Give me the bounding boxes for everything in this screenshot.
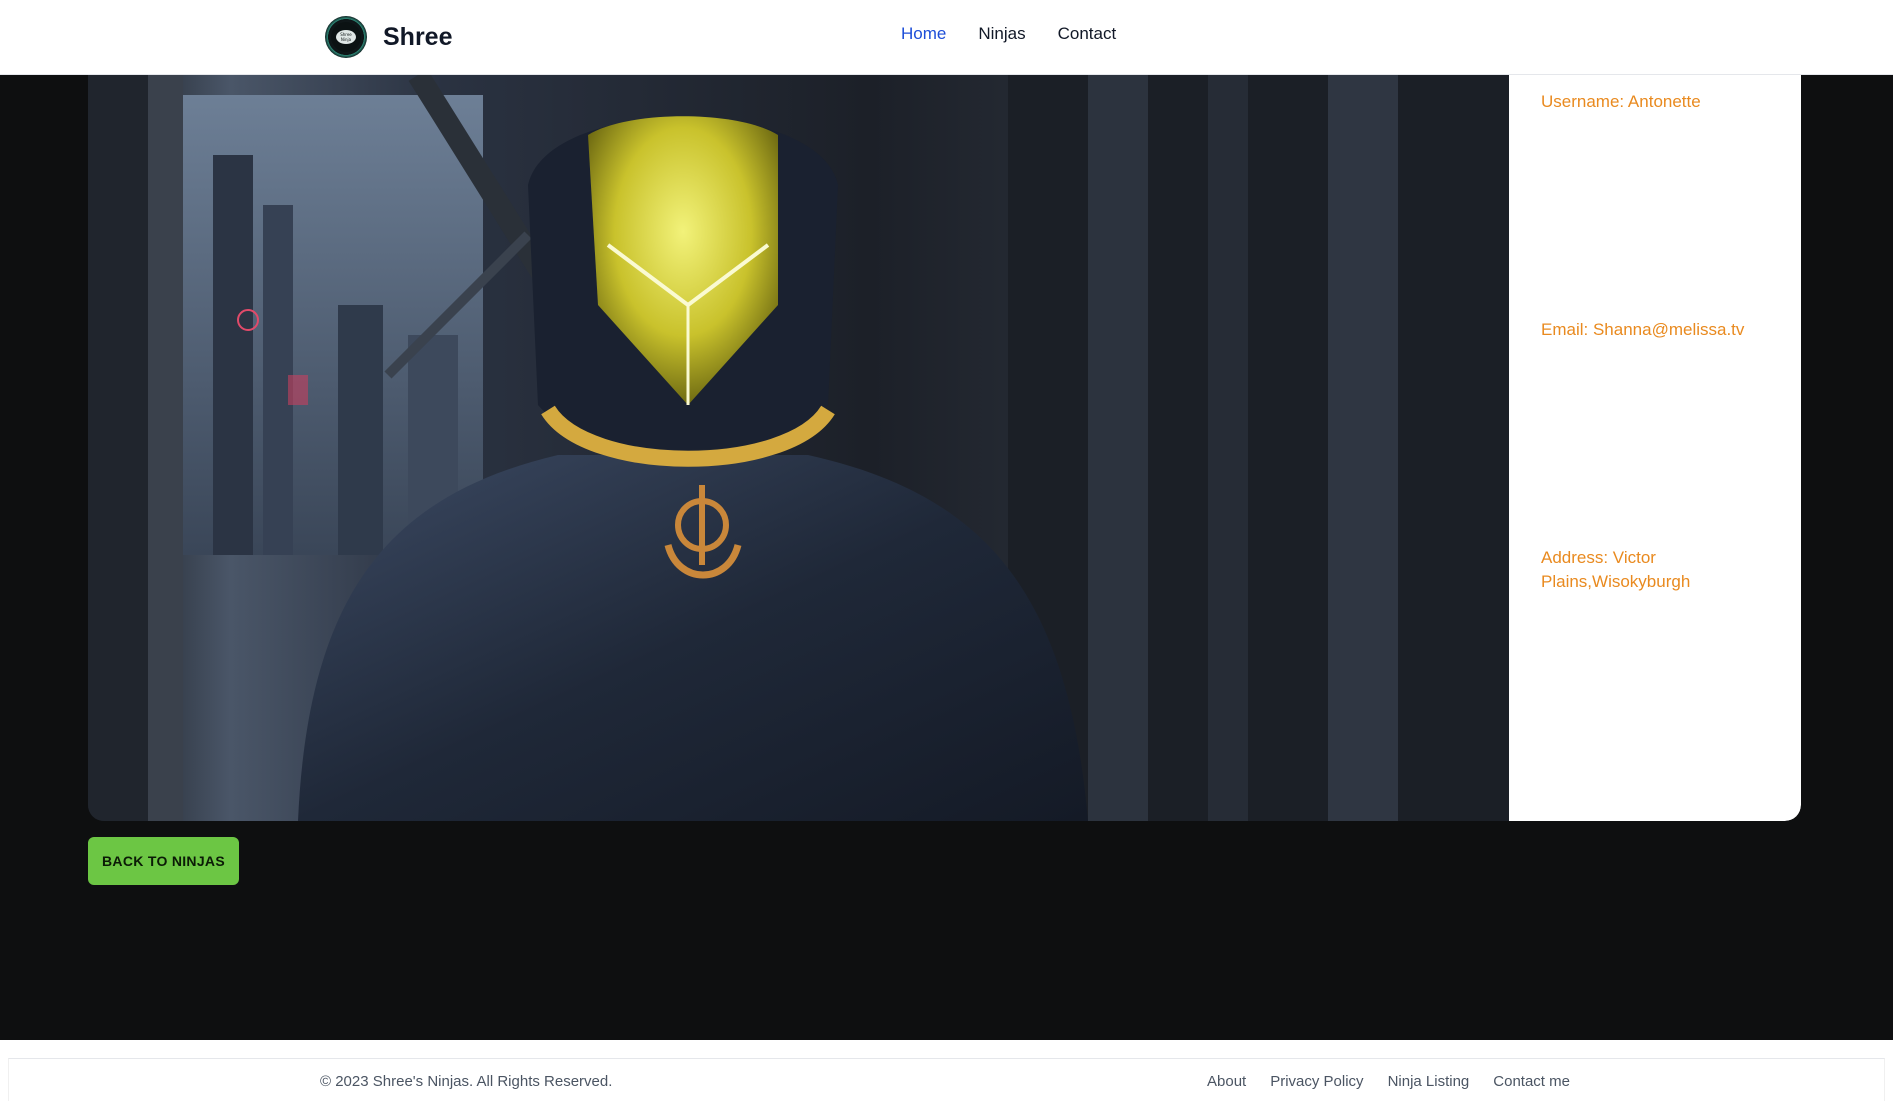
footer-panel — [8, 1058, 1885, 1101]
profile-username: Username: Antonette — [1541, 92, 1701, 111]
main-nav: Home Ninjas Contact — [901, 24, 1116, 44]
ninja-image — [88, 75, 1509, 821]
copyright-text: © 2023 Shree's Ninjas. All Rights Reserv… — [320, 1073, 613, 1090]
nav-ninjas[interactable]: Ninjas — [978, 24, 1025, 44]
footer-link-ninja-listing[interactable]: Ninja Listing — [1388, 1073, 1470, 1090]
nav-contact[interactable]: Contact — [1058, 24, 1117, 44]
ninja-logo-icon: Shree Ninja — [325, 16, 367, 58]
back-to-ninjas-button[interactable]: BACK TO NINJAS — [88, 837, 239, 885]
ninja-detail-card — [88, 75, 1801, 821]
site-header: Shree Ninja Shree Home Ninjas Contact — [0, 0, 1893, 75]
brand-name: Shree — [383, 22, 453, 51]
brand[interactable]: Shree Ninja Shree — [325, 16, 452, 58]
footer-link-about[interactable]: About — [1207, 1073, 1246, 1090]
profile-address: Address: Victor Plains,Wisokyburgh — [1541, 548, 1691, 591]
site-footer — [0, 1040, 1893, 1101]
nav-home[interactable]: Home — [901, 24, 946, 44]
footer-nav: About Privacy Policy Ninja Listing Conta… — [1207, 1073, 1570, 1090]
profile-details — [1509, 75, 1801, 821]
footer-link-privacy[interactable]: Privacy Policy — [1270, 1073, 1363, 1090]
footer-link-contact[interactable]: Contact me — [1493, 1073, 1570, 1090]
profile-email: Email: Shanna@melissa.tv — [1541, 320, 1745, 339]
svg-text:Ninja: Ninja — [341, 37, 352, 42]
